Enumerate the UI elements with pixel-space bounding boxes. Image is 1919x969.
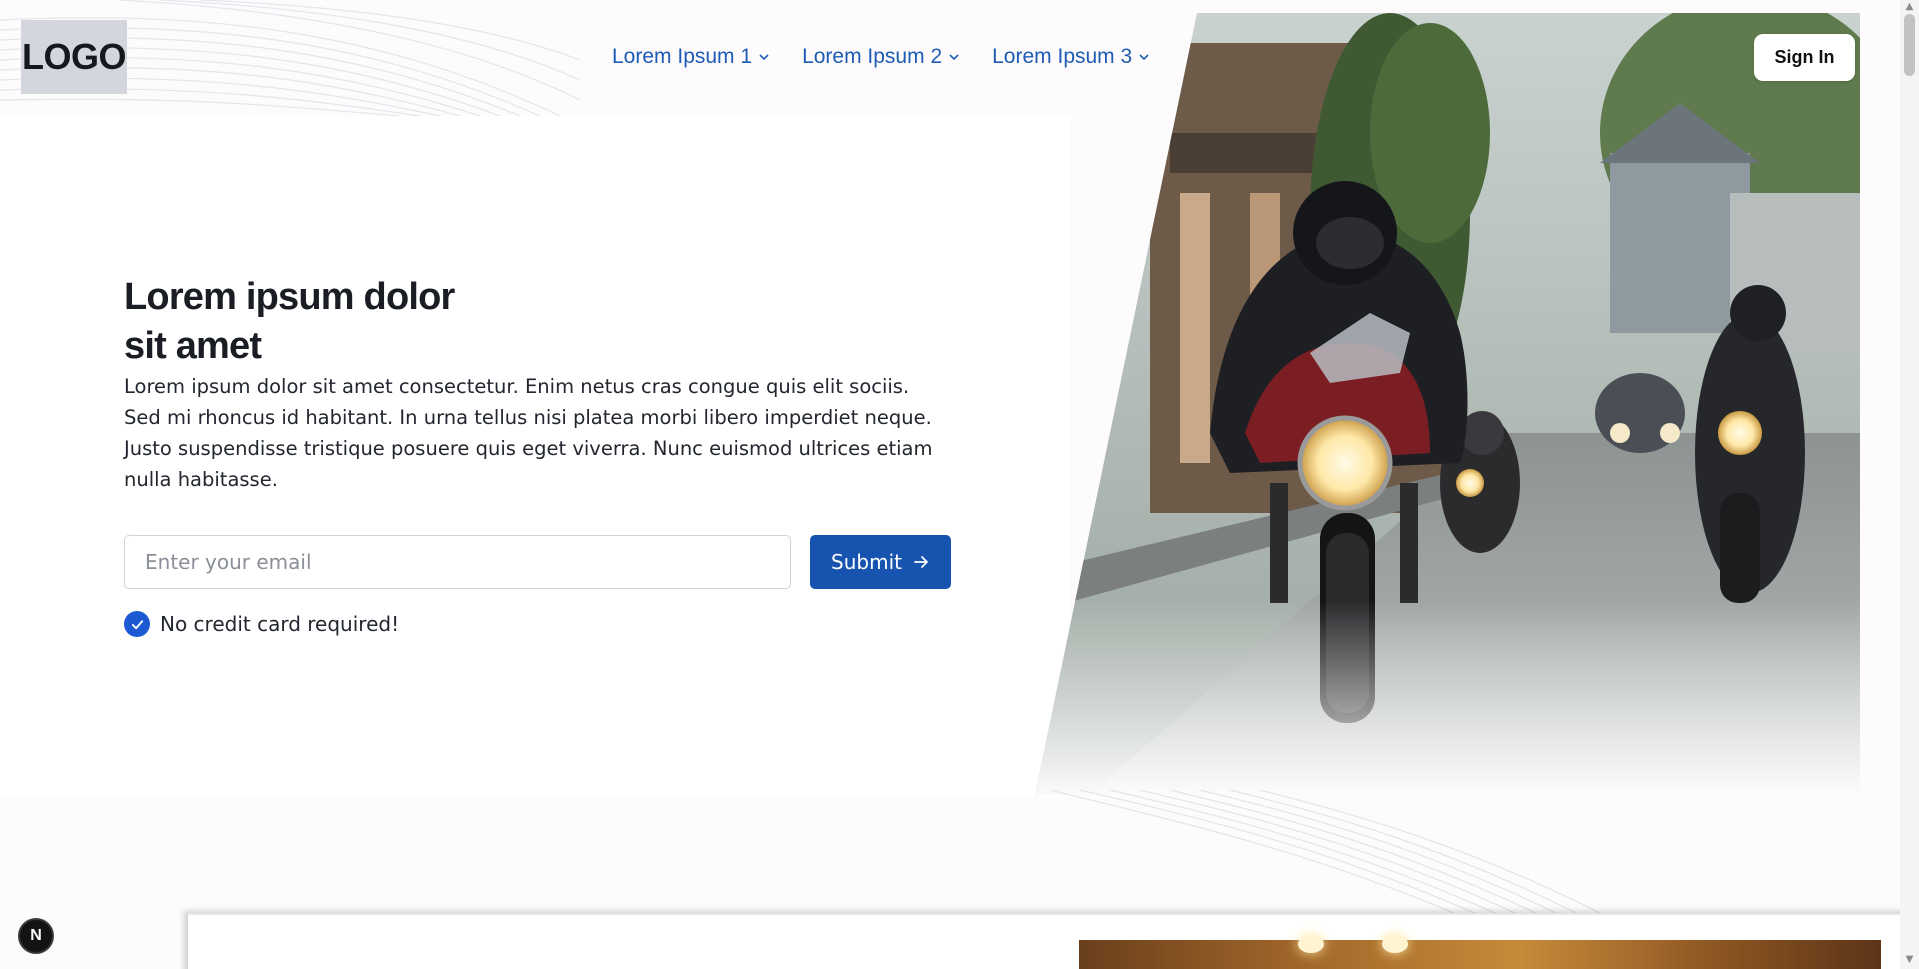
note-text: No credit card required! (160, 612, 400, 636)
arrow-right-icon (914, 556, 928, 568)
scrollbar-thumb[interactable] (1904, 14, 1915, 76)
submit-label: Submit (831, 550, 902, 574)
light-bulb-decoration (1382, 935, 1408, 953)
nav-item-lorem-ipsum-2[interactable]: Lorem Ipsum 2 (802, 45, 960, 69)
nav-item-label: Lorem Ipsum 2 (802, 45, 943, 68)
scrollbar[interactable] (1900, 0, 1919, 969)
scroll-down-arrow-icon[interactable]: ▼ (1904, 955, 1915, 965)
card-image (1079, 940, 1881, 969)
hero-title-line-2: sit amet (124, 325, 262, 367)
check-circle-icon (124, 611, 150, 637)
chevron-down-icon (949, 54, 959, 61)
logo[interactable]: LOGO (21, 20, 127, 94)
email-input[interactable] (124, 535, 791, 589)
no-credit-card-note: No credit card required! (124, 611, 399, 637)
sign-in-button[interactable]: Sign In (1754, 34, 1855, 81)
submit-button[interactable]: Submit (810, 535, 951, 589)
page: LOGO Lorem Ipsum 1 Lorem Ipsum 2 Lorem I… (0, 0, 1919, 969)
light-bulb-decoration (1298, 935, 1324, 953)
decorative-waves-bottom (1050, 790, 1610, 920)
hero-image (1035, 13, 1860, 795)
hero-title-line-1: Lorem ipsum dolor (124, 276, 455, 318)
hero-title: Lorem ipsum dolor sit amet (124, 273, 524, 371)
nav-item-lorem-ipsum-1[interactable]: Lorem Ipsum 1 (612, 45, 770, 69)
scroll-up-arrow-icon[interactable]: ▲ (1904, 2, 1915, 12)
hero-description: Lorem ipsum dolor sit amet consectetur. … (124, 375, 933, 491)
floating-n-button[interactable]: N (18, 918, 54, 954)
chevron-down-icon (759, 54, 769, 61)
nav-item-label: Lorem Ipsum 1 (612, 45, 753, 68)
